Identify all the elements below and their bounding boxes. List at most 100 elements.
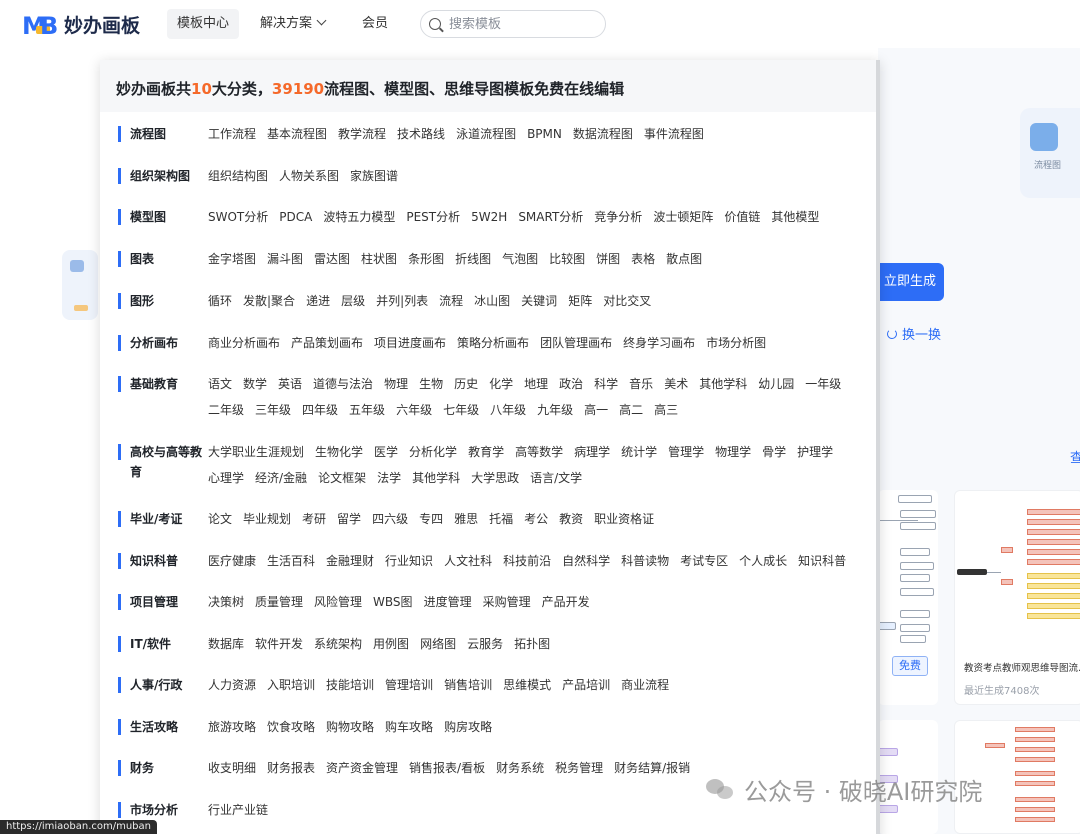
search-box[interactable] (420, 10, 606, 38)
category-link[interactable]: 金融理财 (326, 548, 374, 574)
category-link[interactable]: 考试专区 (680, 548, 728, 574)
category-link[interactable]: 冰山图 (474, 288, 510, 314)
category-link[interactable]: 四年级 (302, 397, 338, 423)
category-link[interactable]: 五年级 (349, 397, 385, 423)
category-link[interactable]: 高三 (654, 397, 678, 423)
nav-template-center[interactable]: 模板中心 (167, 9, 240, 39)
category-link[interactable]: 毕业规划 (243, 506, 291, 532)
category-name[interactable]: 图形 (130, 291, 208, 311)
category-link[interactable]: 管理培训 (385, 672, 433, 698)
category-link[interactable]: 科学 (594, 371, 618, 397)
category-link[interactable]: 美术 (664, 371, 688, 397)
category-name[interactable]: 毕业/考证 (130, 509, 208, 529)
category-link[interactable]: 气泡图 (502, 246, 538, 272)
category-link[interactable]: 散点图 (666, 246, 702, 272)
category-link[interactable]: 语文 (208, 371, 232, 397)
category-link[interactable]: 政治 (559, 371, 583, 397)
category-link[interactable]: 产品开发 (542, 589, 590, 615)
category-link[interactable]: 组织结构图 (208, 163, 268, 189)
category-link[interactable]: 系统架构 (314, 631, 362, 657)
category-link[interactable]: 人文社科 (444, 548, 492, 574)
category-link[interactable]: 科技前沿 (503, 548, 551, 574)
category-link[interactable]: 高一 (584, 397, 608, 423)
category-link[interactable]: 大学思政 (471, 465, 519, 491)
category-link[interactable]: 5W2H (471, 204, 507, 230)
category-link[interactable]: 销售报表/看板 (409, 755, 485, 781)
category-link[interactable]: 工作流程 (208, 121, 256, 147)
category-link[interactable]: 高二 (619, 397, 643, 423)
swap-button[interactable]: 换一换 (887, 324, 941, 343)
category-name[interactable]: 财务 (130, 758, 208, 778)
category-link[interactable]: 决策树 (208, 589, 244, 615)
category-link[interactable]: 八年级 (490, 397, 526, 423)
category-link[interactable]: 流程 (439, 288, 463, 314)
category-link[interactable]: 技术路线 (397, 121, 445, 147)
category-link[interactable]: 考研 (302, 506, 326, 532)
category-link[interactable]: 波士顿矩阵 (653, 204, 713, 230)
category-link[interactable]: 收支明细 (208, 755, 256, 781)
category-link[interactable]: 物理 (384, 371, 408, 397)
category-link[interactable]: 产品培训 (562, 672, 610, 698)
category-link[interactable]: 七年级 (443, 397, 479, 423)
category-link[interactable]: 论文 (208, 506, 232, 532)
category-link[interactable]: SMART分析 (518, 204, 583, 230)
category-name[interactable]: 分析画布 (130, 333, 208, 353)
category-link[interactable]: 市场分析图 (706, 330, 766, 356)
category-link[interactable]: 拓扑图 (514, 631, 550, 657)
category-link[interactable]: 网络图 (420, 631, 456, 657)
category-link[interactable]: 其他学科 (699, 371, 747, 397)
category-link[interactable]: 波特五力模型 (323, 204, 395, 230)
category-link[interactable]: 其他学科 (412, 465, 460, 491)
category-name[interactable]: 模型图 (130, 207, 208, 227)
nav-solutions[interactable]: 解决方案 (250, 9, 335, 39)
category-link[interactable]: 职业资格证 (594, 506, 654, 532)
view-more-link[interactable]: 查 (1070, 447, 1080, 466)
category-link[interactable]: 基本流程图 (267, 121, 327, 147)
category-link[interactable]: SWOT分析 (208, 204, 268, 230)
category-link[interactable]: 病理学 (574, 439, 610, 465)
category-name[interactable]: 流程图 (130, 124, 208, 144)
category-link[interactable]: 事件流程图 (644, 121, 704, 147)
category-link[interactable]: 护理学 (797, 439, 833, 465)
category-name[interactable]: 项目管理 (130, 592, 208, 612)
category-name[interactable]: 人事/行政 (130, 675, 208, 695)
category-link[interactable]: 采购管理 (483, 589, 531, 615)
category-link[interactable]: 递进 (306, 288, 330, 314)
category-link[interactable]: 教学流程 (338, 121, 386, 147)
category-link[interactable]: 幼儿园 (758, 371, 794, 397)
category-name[interactable]: 市场分析 (130, 800, 208, 820)
category-name[interactable]: 知识科普 (130, 551, 208, 571)
category-link[interactable]: 家族图谱 (350, 163, 398, 189)
category-link[interactable]: 金字塔图 (208, 246, 256, 272)
search-input[interactable] (449, 16, 599, 32)
category-link[interactable]: PDCA (279, 204, 312, 230)
category-link[interactable]: 管理学 (668, 439, 704, 465)
category-link[interactable]: 漏斗图 (267, 246, 303, 272)
category-link[interactable]: 物理学 (715, 439, 751, 465)
category-link[interactable]: 技能培训 (326, 672, 374, 698)
category-link[interactable]: 进度管理 (424, 589, 472, 615)
category-link[interactable]: 终身学习画布 (623, 330, 695, 356)
nav-membership[interactable]: 会员 (352, 9, 398, 39)
category-link[interactable]: 折线图 (455, 246, 491, 272)
category-link[interactable]: 税务管理 (555, 755, 603, 781)
category-link[interactable]: WBS图 (373, 589, 413, 615)
category-link[interactable]: 道德与法治 (313, 371, 373, 397)
category-link[interactable]: 雷达图 (314, 246, 350, 272)
category-link[interactable]: 泳道流程图 (456, 121, 516, 147)
category-link[interactable]: 行业知识 (385, 548, 433, 574)
category-link[interactable]: 科普读物 (621, 548, 669, 574)
category-link[interactable]: 语言/文学 (530, 465, 582, 491)
category-link[interactable]: 法学 (377, 465, 401, 491)
category-link[interactable]: 生物 (419, 371, 443, 397)
category-link[interactable]: 旅游攻略 (208, 714, 256, 740)
category-name[interactable]: 组织架构图 (130, 166, 208, 186)
category-link[interactable]: 分析化学 (409, 439, 457, 465)
category-link[interactable]: 购车攻略 (385, 714, 433, 740)
category-link[interactable]: 风险管理 (314, 589, 362, 615)
category-link[interactable]: 托福 (489, 506, 513, 532)
category-link[interactable]: 三年级 (255, 397, 291, 423)
category-link[interactable]: 关键词 (521, 288, 557, 314)
category-link[interactable]: 云服务 (467, 631, 503, 657)
category-link[interactable]: 发散|聚合 (243, 288, 295, 314)
